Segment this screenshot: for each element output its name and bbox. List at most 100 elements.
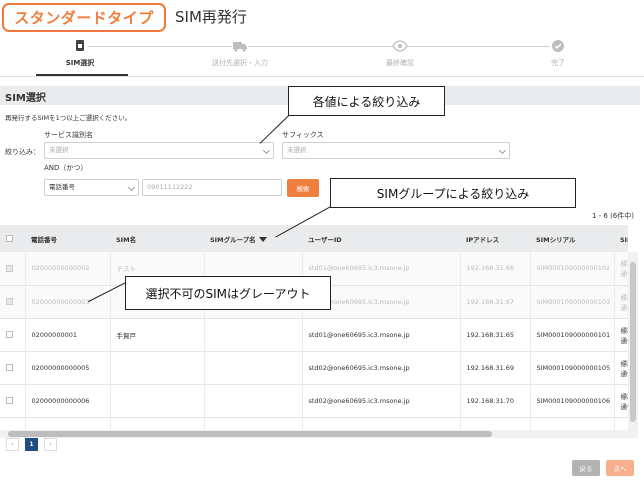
callout-filter-group: SIMグループによる絞り込み: [330, 178, 576, 208]
col-service[interactable]: SIMサー: [614, 225, 628, 252]
field-select-value: 電話番号: [49, 183, 75, 191]
step-destination: 送付先選択・入力: [190, 38, 290, 68]
cell-serial: SIM000109000000: [530, 417, 615, 430]
cell-user-id: std01@one60695.ic3.msone.jp: [302, 318, 461, 352]
eye-icon: [392, 38, 408, 54]
cell-ip: [460, 417, 531, 430]
suffix-label: サフィックス: [282, 131, 324, 139]
cell-sim-name: [110, 384, 205, 418]
cell-service: [614, 417, 628, 430]
service-id-label: サービス識別名: [44, 131, 93, 139]
page-1-button[interactable]: 1: [25, 438, 38, 451]
row-checkbox[interactable]: [6, 364, 13, 371]
col-serial[interactable]: SIMシリアル: [530, 225, 614, 252]
cell-phone: 02000000000006: [25, 384, 111, 418]
cell-user-id: std02@one60695.ic3.msone.jp: [302, 384, 461, 418]
cell-service: 標準S 通信(: [614, 351, 628, 385]
scroll-thumb[interactable]: [630, 262, 636, 422]
col-sim-group-label: SIMグループ名: [210, 235, 256, 244]
col-sim-name[interactable]: SIM名: [110, 225, 204, 252]
col-user-id[interactable]: ユーザーID: [302, 225, 460, 252]
row-checkbox[interactable]: [6, 331, 13, 338]
page-title: SIM再発行: [175, 8, 247, 26]
cell-serial: SIM000109000000102: [530, 252, 615, 286]
stepper-line: [82, 46, 562, 47]
chevron-down-icon: [498, 146, 507, 155]
cell-sim-group: [204, 417, 303, 430]
cell-phone: 02000000001: [25, 318, 111, 352]
plan-badge: スタンダードタイプ: [2, 3, 166, 32]
cell-ip: 192.168.31.70: [460, 384, 531, 418]
row-select-cell[interactable]: [0, 351, 26, 385]
col-ip[interactable]: IPアドレス: [460, 225, 530, 252]
cell-phone: 02000000000005: [25, 351, 111, 385]
cell-service: 標準S 通信(: [614, 384, 628, 418]
cell-ip: 192.168.31.67: [460, 285, 531, 319]
search-placeholder: 09011112222: [147, 183, 193, 191]
cell-service: 標準S 通信(: [614, 252, 628, 286]
cell-phone: [25, 417, 111, 430]
cell-ip: 192.168.31.66: [460, 252, 531, 286]
row-checkbox: [6, 264, 13, 272]
filter-label: 絞り込み：: [5, 148, 40, 156]
step-label: 最終確認: [386, 59, 414, 67]
select-all-checkbox[interactable]: [6, 235, 13, 242]
row-select-cell: [0, 252, 26, 286]
sim-table: 電話番号 SIM名 SIMグループ名 ユーザーID IPアドレス SIMシリアル…: [0, 225, 628, 430]
and-label: AND（かつ）: [44, 164, 88, 172]
section-title: SIM選択: [5, 93, 46, 104]
table-header-row: 電話番号 SIM名 SIMグループ名 ユーザーID IPアドレス SIMシリアル…: [0, 225, 628, 252]
cell-sim-group: [204, 384, 303, 418]
step-label: 完了: [551, 59, 565, 67]
table-row[interactable]: 02000000001 手賀戸 std01@one60695.ic3.msone.j…: [0, 318, 628, 352]
cell-phone: 02000000000002: [25, 252, 111, 286]
search-button[interactable]: 検索: [287, 179, 319, 197]
cell-sim-group: [204, 351, 303, 385]
service-id-placeholder: 未選択: [49, 146, 69, 154]
service-id-select[interactable]: 未選択: [44, 142, 274, 159]
search-input[interactable]: 09011112222: [142, 179, 282, 196]
select-all-cell[interactable]: [0, 225, 25, 252]
step-complete: 完了: [508, 38, 608, 68]
table-row[interactable]: SIM000109000000: [0, 417, 628, 430]
scroll-thumb[interactable]: [8, 431, 492, 437]
cell-serial: SIM000109000000105: [530, 351, 615, 385]
col-phone[interactable]: 電話番号: [25, 225, 110, 252]
cell-service: 標準S 通信(: [614, 285, 628, 319]
field-select[interactable]: 電話番号: [44, 179, 139, 196]
cell-sim-group: [204, 318, 303, 352]
cell-ip: 192.168.31.69: [460, 351, 531, 385]
next-button[interactable]: 次へ: [606, 460, 634, 476]
step-label: 送付先選択・入力: [212, 59, 268, 67]
step-sim-select: SIM選択: [30, 38, 130, 68]
cell-sim-name: 手賀戸: [110, 318, 205, 352]
horizontal-scrollbar[interactable]: [0, 430, 638, 438]
table-row[interactable]: 02000000000006 std02@one60695.ic3.msone.j…: [0, 384, 628, 418]
cell-service: 標準S 通信(: [614, 318, 628, 352]
vertical-scrollbar[interactable]: [628, 252, 638, 432]
row-select-cell[interactable]: [0, 417, 26, 430]
cell-ip: 192.168.31.65: [460, 318, 531, 352]
step-confirm: 最終確認: [350, 38, 450, 68]
next-page-button[interactable]: ›: [44, 438, 57, 451]
check-circle-icon: [550, 38, 566, 54]
step-label: SIM選択: [65, 59, 95, 67]
cell-phone: 02000000000003: [25, 285, 111, 319]
table-row[interactable]: 02000000000005 std02@one60695.ic3.msone.j…: [0, 351, 628, 385]
filter-icon[interactable]: [258, 237, 267, 242]
callout-grayed-out: 選択不可のSIMはグレーアウト: [125, 276, 331, 310]
sim-card-icon: [72, 38, 88, 54]
cell-serial: SIM000109000000106: [530, 384, 615, 418]
divider: [0, 76, 644, 77]
row-select-cell[interactable]: [0, 384, 26, 418]
row-select-cell[interactable]: [0, 318, 26, 352]
row-checkbox[interactable]: [6, 397, 13, 404]
prev-page-button[interactable]: ‹: [6, 438, 19, 451]
result-count: 1 - 6 (6件中): [591, 212, 634, 220]
chevron-down-icon: [262, 146, 271, 155]
back-button[interactable]: 戻る: [572, 460, 600, 476]
cell-sim-name: [110, 417, 205, 430]
cell-user-id: std02@one60695.ic3.msone.jp: [302, 351, 461, 385]
row-checkbox: [6, 298, 13, 305]
suffix-select[interactable]: 未選択: [282, 142, 510, 159]
